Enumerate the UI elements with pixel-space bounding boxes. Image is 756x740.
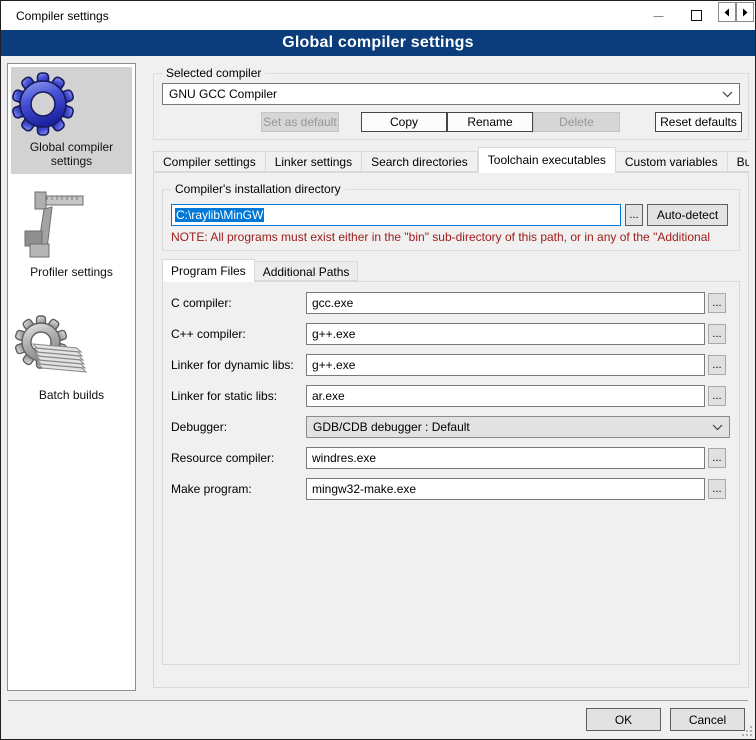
form-row-debugger: Debugger: GDB/CDB debugger : Default	[171, 416, 726, 438]
form-row-make-program: Make program: ...	[171, 478, 726, 500]
sidebar: Global compiler settings Profiler settin…	[7, 63, 136, 691]
footer-divider	[8, 700, 748, 701]
resize-grip[interactable]	[741, 725, 753, 737]
titlebar: Compiler settings	[1, 1, 755, 30]
c-compiler-label: C compiler:	[171, 296, 306, 310]
sidebar-item-global-compiler-settings[interactable]: Global compiler settings	[11, 67, 132, 174]
compiler-actions: Set as default Copy Rename Delete Reset …	[162, 112, 742, 132]
gear-stack-icon	[11, 312, 132, 384]
selected-path-text: C:\raylib\MinGW	[175, 208, 264, 222]
chevron-down-icon	[722, 91, 733, 98]
installation-directory-input[interactable]: C:\raylib\MinGW	[171, 204, 621, 226]
form-row-c-compiler: C compiler: ...	[171, 292, 726, 314]
debugger-select-value: GDB/CDB debugger : Default	[313, 420, 470, 434]
minimize-icon	[653, 10, 664, 21]
note-text: NOTE: All programs must exist either in …	[171, 230, 738, 244]
make-program-input[interactable]	[306, 478, 705, 500]
installation-directory-row: C:\raylib\MinGW ... Auto-detect	[171, 204, 734, 226]
sidebar-item-label: Profiler settings	[11, 265, 132, 279]
copy-button[interactable]: Copy	[361, 112, 447, 132]
compiler-settings-dialog: Compiler settings Global compiler settin…	[0, 0, 756, 740]
dynamic-linker-browse-button[interactable]: ...	[708, 355, 726, 375]
dialog-header: Global compiler settings	[1, 30, 755, 56]
selected-compiler-legend: Selected compiler	[162, 66, 265, 80]
ok-button[interactable]: OK	[586, 708, 661, 731]
tab-linker-settings[interactable]: Linker settings	[266, 151, 362, 172]
window-title: Compiler settings	[16, 9, 109, 23]
auto-detect-button[interactable]: Auto-detect	[647, 204, 728, 226]
blue-gear-icon	[11, 72, 132, 136]
dynamic-linker-input[interactable]	[306, 354, 705, 376]
make-program-label: Make program:	[171, 482, 306, 496]
cpp-compiler-input[interactable]	[306, 323, 705, 345]
maximize-icon	[691, 10, 702, 21]
subtab-additional-paths[interactable]: Additional Paths	[255, 261, 359, 281]
cancel-button[interactable]: Cancel	[670, 708, 745, 731]
debugger-label: Debugger:	[171, 420, 306, 434]
static-linker-input[interactable]	[306, 385, 705, 407]
resource-compiler-label: Resource compiler:	[171, 451, 306, 465]
c-compiler-input[interactable]	[306, 292, 705, 314]
installation-directory-browse-button[interactable]: ...	[625, 204, 643, 226]
minimize-button[interactable]	[639, 1, 677, 30]
installation-directory-legend: Compiler's installation directory	[171, 182, 345, 196]
subtab-program-files[interactable]: Program Files	[162, 259, 255, 282]
selected-compiler-group: Selected compiler GNU GCC Compiler Set a…	[153, 73, 749, 140]
c-compiler-browse-button[interactable]: ...	[708, 293, 726, 313]
tab-scroll-right-button[interactable]	[736, 2, 754, 22]
toolchain-executables-panel: Compiler's installation directory C:\ray…	[153, 172, 749, 688]
rename-button[interactable]: Rename	[447, 112, 533, 132]
sidebar-item-profiler-settings[interactable]: Profiler settings	[11, 182, 132, 285]
compiler-select[interactable]: GNU GCC Compiler	[162, 83, 740, 105]
resource-compiler-input[interactable]	[306, 447, 705, 469]
form-row-dynamic-linker: Linker for dynamic libs: ...	[171, 354, 726, 376]
maximize-button[interactable]	[677, 1, 715, 30]
make-program-browse-button[interactable]: ...	[708, 479, 726, 499]
sidebar-item-label: Global compiler settings	[11, 140, 132, 168]
dynamic-linker-label: Linker for dynamic libs:	[171, 358, 306, 372]
chevron-down-icon	[712, 424, 723, 431]
form-row-cpp-compiler: C++ compiler: ...	[171, 323, 726, 345]
tab-build-options[interactable]: Build	[728, 151, 749, 172]
set-as-default-button[interactable]: Set as default	[261, 112, 339, 132]
tab-compiler-settings[interactable]: Compiler settings	[153, 151, 266, 172]
compiler-select-value: GNU GCC Compiler	[169, 87, 277, 101]
form-row-resource-compiler: Resource compiler: ...	[171, 447, 726, 469]
static-linker-browse-button[interactable]: ...	[708, 386, 726, 406]
tab-scroll-left-button[interactable]	[718, 2, 736, 22]
arrow-left-icon	[723, 8, 731, 17]
arrow-right-icon	[741, 8, 749, 17]
caliper-icon	[11, 187, 132, 261]
sidebar-item-batch-builds[interactable]: Batch builds	[11, 307, 132, 408]
cpp-compiler-label: C++ compiler:	[171, 327, 306, 341]
installation-directory-group: Compiler's installation directory C:\ray…	[162, 189, 740, 251]
static-linker-label: Linker for static libs:	[171, 389, 306, 403]
tab-search-directories[interactable]: Search directories	[362, 151, 478, 172]
tab-toolchain-executables[interactable]: Toolchain executables	[478, 147, 616, 173]
program-files-panel: C compiler: ... C++ compiler: ... Linker…	[162, 281, 740, 665]
cpp-compiler-browse-button[interactable]: ...	[708, 324, 726, 344]
resource-compiler-browse-button[interactable]: ...	[708, 448, 726, 468]
delete-button[interactable]: Delete	[533, 112, 620, 132]
page-title: Global compiler settings	[282, 34, 474, 52]
debugger-select[interactable]: GDB/CDB debugger : Default	[306, 416, 730, 438]
sidebar-item-label: Batch builds	[11, 388, 132, 402]
sub-tabs: Program Files Additional Paths	[162, 258, 358, 281]
tab-custom-variables[interactable]: Custom variables	[616, 151, 728, 172]
reset-defaults-button[interactable]: Reset defaults	[655, 112, 742, 132]
form-row-static-linker: Linker for static libs: ...	[171, 385, 726, 407]
main-tabs: Compiler settings Linker settings Search…	[153, 147, 749, 172]
